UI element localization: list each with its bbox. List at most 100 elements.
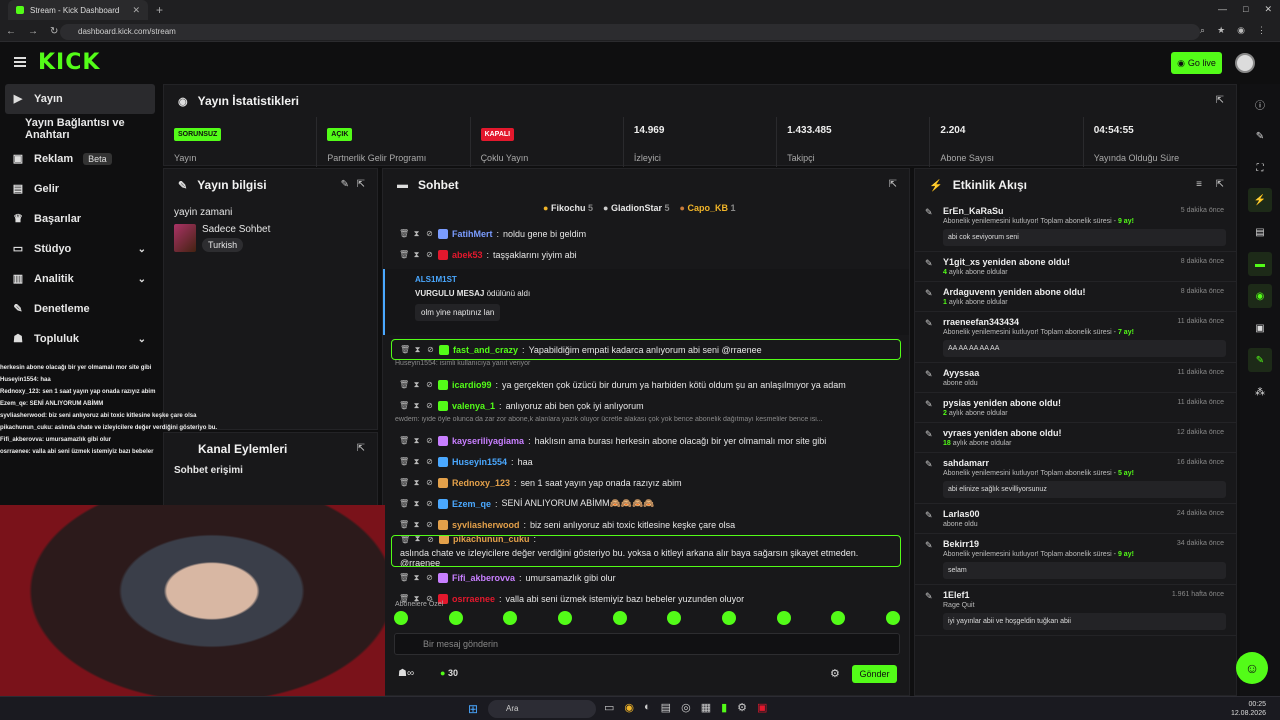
timeout-icon[interactable]: ⧗ [412,229,421,239]
sidebar-item-yayin[interactable]: ▶ Yayın [5,84,155,114]
timeout-icon[interactable]: ⧗ [412,380,421,390]
timeout-icon[interactable]: ⧗ [413,536,422,544]
chat-message[interactable]: 🗑 ⧗ ⊘ Ezem_qe: SENİ ANLIYORUM ABİMM🙈🙈🙈🙈 [383,493,909,514]
emote-icon[interactable] [448,611,463,625]
timeout-icon[interactable]: ⧗ [412,401,421,411]
extension-icon[interactable]: ◉ [1237,25,1245,36]
new-tab-icon[interactable]: + [156,0,163,20]
delete-icon[interactable]: 🗑 [400,536,410,544]
popout-icon[interactable]: ⇱ [1216,95,1224,106]
delete-icon[interactable]: 🗑 [399,250,409,259]
reload-icon[interactable]: ↻ [50,26,58,37]
delete-icon[interactable]: 🗑 [399,436,409,445]
ban-icon[interactable]: ⊘ [425,573,434,582]
chat-message[interactable]: 🗑 ⧗ ⊘ FatihMert: noldu gene bi geldim [383,223,909,244]
kick-logo[interactable]: KICK [38,50,100,75]
delete-icon[interactable]: 🗑 [399,499,409,508]
chat-message[interactable]: 🗑 ⧗ ⊘ abek53: taşşaklarını yiyim abi [383,244,909,265]
close-tab-icon[interactable]: ✕ [132,5,140,16]
emote-icon[interactable] [831,611,846,625]
filter-icon[interactable]: ≡ [1196,179,1202,190]
fullscreen-icon[interactable]: ⛶ [1248,156,1272,180]
chat-message[interactable]: 🗑 ⧗ ⊘ syvliasherwood: biz seni anlıyoruz abi… [383,514,909,535]
maximize-icon[interactable]: □ [1243,4,1248,15]
delete-icon[interactable]: 🗑 [399,457,409,466]
browser-tab[interactable]: Stream - Kick Dashboard ✕ [8,0,148,20]
ban-icon[interactable]: ⊘ [425,380,434,389]
ban-icon[interactable]: ⊘ [425,499,434,508]
sidebar-item-denetleme[interactable]: ✎ Denetleme [0,294,160,324]
delete-icon[interactable]: 🗑 [399,401,409,410]
delete-icon[interactable]: 🗑 [399,520,409,529]
task-view-icon[interactable]: ▭ [604,701,614,714]
discord-icon[interactable]: ◎ [681,701,691,714]
chat-username[interactable]: Huseyin1554 [452,457,507,467]
minimize-icon[interactable]: — [1218,4,1227,15]
support-chat-icon[interactable]: ☺ [1236,652,1268,684]
address-bar[interactable]: dashboard.kick.com/stream [60,24,1200,40]
delete-icon[interactable]: 🗑 [400,345,410,354]
ban-icon[interactable]: ⊘ [425,229,434,238]
chat-message[interactable]: 🗑 ⧗ ⊘ pikachunun_cuku: aslında chate ve izle… [391,535,901,567]
emote-icon[interactable] [503,611,518,625]
timeout-icon[interactable]: ⧗ [412,457,421,467]
bookmark-star-icon[interactable]: ★ [1217,25,1225,36]
user-avatar[interactable] [1235,53,1255,73]
broadcast-icon[interactable]: ◉ [1248,284,1272,308]
share-icon[interactable]: ⁂ [1248,380,1272,404]
ban-icon[interactable]: ⊘ [426,536,435,544]
chat-message[interactable]: 🗑 ⧗ ⊘ icardio99: ya gerçekten çok üzücü bir … [383,374,909,395]
delete-icon[interactable]: 🗑 [399,573,409,582]
taskbar-search[interactable]: Ara [488,700,596,718]
timeout-icon[interactable]: ⧗ [412,436,421,446]
chat-access-item[interactable]: Sohbet erişimi [164,465,377,476]
sidebar-item-stream-key[interactable]: Yayın Bağlantısı ve Anahtarı [0,114,160,144]
emote-icon[interactable] [885,611,900,625]
ban-icon[interactable]: ⊘ [425,457,434,466]
emote-icon[interactable] [394,611,408,625]
chat-message[interactable]: 🗑 ⧗ ⊘ kayseriliyagiama: haklısın ama burası … [383,430,909,451]
hamburger-menu-icon[interactable] [14,57,26,67]
popout-icon[interactable]: ⇱ [357,443,365,454]
chat-message[interactable]: 🗑 ⧗ ⊘ fast_and_crazy: Yapabildiğim empati ka… [391,339,901,360]
send-button[interactable]: Gönder [852,665,897,683]
sidebar-item-topluluk[interactable]: ☗ Topluluk ⌄ [0,324,160,354]
ban-icon[interactable]: ⊘ [425,250,434,259]
emote-icon[interactable] [667,611,682,625]
timeout-icon[interactable]: ⧗ [412,520,421,530]
system-clock[interactable]: 00:25 12.08.2026 [1231,700,1266,718]
chat-username[interactable]: valenya_1 [452,401,495,411]
sidebar-item-analitik[interactable]: ▥ Analitik ⌄ [0,264,160,294]
sidebar-item-reklam[interactable]: ▣ Reklam Beta [0,144,160,174]
timeout-icon[interactable]: ⧗ [412,499,421,509]
chat-username[interactable]: fast_and_crazy [453,345,518,355]
chat-input[interactable]: Bir mesaj gönderin [394,633,900,655]
record-app-icon[interactable]: ▣ [757,701,767,714]
chat-username[interactable]: kayseriliyagiama [452,436,524,446]
kick-app-icon[interactable]: ▮ [721,701,727,714]
sidebar-item-gelir[interactable]: ▤ Gelir [0,174,160,204]
go-live-button[interactable]: ◉ Go live [1171,52,1222,74]
users-icon[interactable]: ☗∞ [398,668,414,679]
ban-icon[interactable]: ⊘ [425,436,434,445]
chat-message[interactable]: 🗑 ⧗ ⊘ osrraenee: valla abi seni üzmek istemi… [383,588,909,609]
chat-username[interactable]: pikachunun_cuku [453,536,530,544]
emote-icon[interactable] [776,611,791,625]
timeout-icon[interactable]: ⧗ [412,478,421,488]
edit-icon[interactable]: ✎ [341,179,349,190]
ban-icon[interactable]: ⊘ [425,520,434,529]
chat-message[interactable]: 🗑 ⧗ ⊘ valenya_1: anlıyoruz abi ben çok iyi a… [383,395,909,416]
chat-message[interactable]: 🗑 ⧗ ⊘ Huseyin1554: haa [383,451,909,472]
lightning-icon[interactable]: ⚡ [1248,188,1272,212]
emote-icon[interactable] [721,611,736,625]
app-grid-icon[interactable]: ▦ [701,701,711,714]
chat-username[interactable]: icardio99 [452,380,492,390]
delete-icon[interactable]: 🗑 [399,380,409,389]
sidebar-item-basarilar[interactable]: ♛ Başarılar [0,204,160,234]
document-icon[interactable]: ▤ [1248,220,1272,244]
chat-username[interactable]: abek53 [452,250,483,260]
zoom-icon[interactable]: ⌕ [1200,25,1205,36]
wrench-icon[interactable]: ✎ [1248,348,1272,372]
ban-icon[interactable]: ⊘ [425,401,434,410]
timeout-icon[interactable]: ⧗ [412,250,421,260]
